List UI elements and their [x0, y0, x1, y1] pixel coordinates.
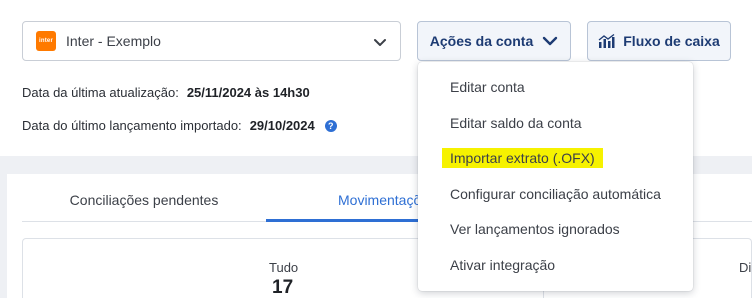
bank-logo: inter	[36, 31, 56, 51]
account-actions-button[interactable]: Ações da conta	[417, 21, 571, 61]
menu-item-ignored-entries[interactable]: Ver lançamentos ignorados	[450, 219, 620, 239]
last-import-info: Data do último lançamento importado: 29/…	[22, 118, 337, 133]
tab-movements[interactable]: Movimentações	[266, 192, 420, 222]
last-update-label: Data da última atualização:	[22, 85, 179, 100]
account-name: Inter - Exemplo	[66, 33, 161, 49]
account-select[interactable]: inter Inter - Exemplo	[22, 21, 401, 61]
last-update-value: 25/11/2024 às 14h30	[186, 85, 310, 100]
chevron-down-icon	[374, 39, 386, 46]
menu-item-edit-balance[interactable]: Editar saldo da conta	[450, 113, 582, 133]
active-tab-indicator	[266, 219, 420, 222]
stat-all-value: 17	[272, 277, 294, 298]
cash-flow-button[interactable]: Fluxo de caixa	[587, 21, 731, 61]
tab-pending-reconciliations[interactable]: Conciliações pendentes	[22, 192, 266, 222]
menu-item-activate-integration[interactable]: Ativar integração	[450, 255, 555, 275]
question-icon[interactable]: ?	[324, 119, 337, 132]
last-import-label: Data do último lançamento importado:	[22, 118, 242, 133]
menu-item-import-statement[interactable]: Importar extrato (.OFX)	[442, 148, 603, 168]
account-actions-menu: Editar conta Editar saldo da conta Impor…	[418, 62, 693, 291]
last-import-value: 29/10/2024	[249, 118, 315, 133]
chevron-down-icon	[543, 36, 558, 46]
menu-item-configure-auto-reconciliation[interactable]: Configurar conciliação automática	[450, 184, 661, 204]
tab-label: Movimentações	[338, 192, 420, 208]
account-actions-label: Ações da conta	[429, 33, 534, 49]
menu-item-edit-account[interactable]: Editar conta	[450, 77, 525, 97]
last-update-info: Data da última atualização: 25/11/2024 à…	[22, 85, 310, 100]
bar-chart-icon	[598, 33, 615, 48]
stat-right-label: Di	[739, 260, 752, 275]
tab-label: Conciliações pendentes	[69, 192, 219, 208]
stat-all-label: Tudo	[269, 260, 299, 275]
cash-flow-label: Fluxo de caixa	[623, 33, 720, 49]
